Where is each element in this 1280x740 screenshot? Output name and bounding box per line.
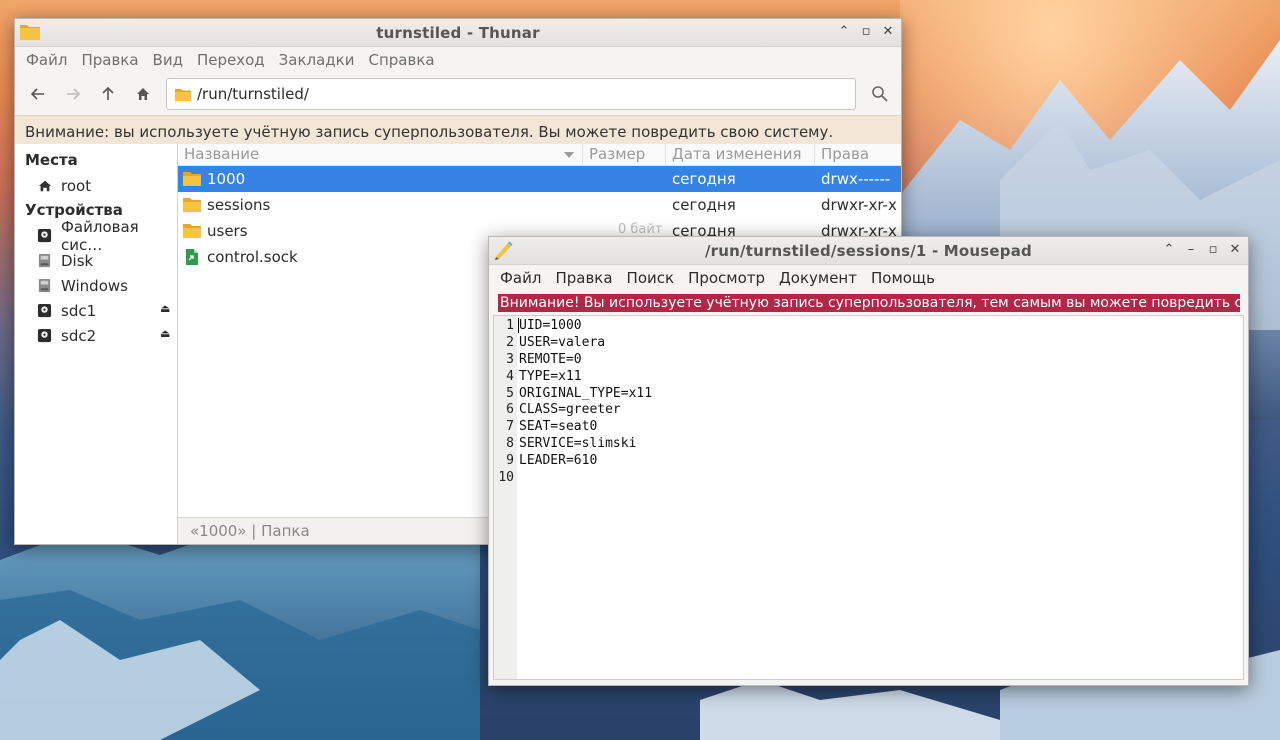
up-button[interactable] bbox=[93, 79, 123, 109]
location-bar[interactable]: /run/turnstiled/ bbox=[166, 78, 856, 110]
column-permissions[interactable]: Права bbox=[815, 144, 901, 165]
disk-icon bbox=[37, 278, 52, 293]
folder-icon bbox=[175, 88, 191, 101]
column-name[interactable]: Название bbox=[178, 144, 583, 165]
places-heading: Места bbox=[25, 151, 78, 169]
file-permissions: drwxr-xr-x bbox=[821, 196, 897, 214]
eject-icon[interactable]: ⏏ bbox=[160, 328, 171, 340]
file-permissions: drwx------ bbox=[821, 170, 891, 188]
text-editor[interactable]: 1 2 3 4 5 6 7 8 9 10 UID=1000 USER=valera REMOTE=… bbox=[493, 315, 1244, 680]
home-icon bbox=[137, 88, 149, 100]
column-size[interactable]: Размер bbox=[583, 144, 666, 165]
socket-file-icon bbox=[186, 249, 198, 265]
sidebar-item-sdc1[interactable]: sdc1 ⏏ bbox=[15, 298, 177, 323]
text-line: REMOTE=0 bbox=[519, 351, 582, 367]
text-cursor bbox=[518, 318, 519, 333]
text-line: SEAT=seat0 bbox=[519, 419, 598, 435]
root-warning-banner: Внимание! Вы используете учётную запись … bbox=[498, 294, 1240, 312]
file-name: control.sock bbox=[207, 248, 298, 266]
sort-down-icon bbox=[564, 152, 574, 158]
side-pane: Места root Устройства Файловая сис… Disk bbox=[15, 144, 178, 544]
sidebar-item-label: sdc2 bbox=[61, 326, 97, 345]
text-line: LEADER=610 bbox=[519, 453, 598, 469]
file-date: сегодня bbox=[672, 170, 736, 188]
thunar-titlebar[interactable]: turnstiled - Thunar ⌃ ▫ ✕ bbox=[15, 19, 901, 47]
arrow-left-icon bbox=[30, 88, 44, 100]
menu-edit[interactable]: Правка bbox=[74, 51, 145, 69]
folder-icon bbox=[183, 198, 201, 212]
menu-help[interactable]: Помощь bbox=[864, 269, 942, 287]
menu-search[interactable]: Поиск bbox=[620, 269, 682, 287]
text-line: USER=valera bbox=[519, 334, 606, 350]
maximize-icon[interactable]: ▫ bbox=[1206, 242, 1220, 258]
window-title: turnstiled - Thunar bbox=[376, 23, 540, 42]
sidebar-item-filesystem[interactable]: Файловая сис… bbox=[15, 218, 177, 254]
menu-file[interactable]: Файл bbox=[493, 269, 548, 287]
location-path: /run/turnstiled/ bbox=[197, 85, 309, 103]
menu-bookmarks[interactable]: Закладки bbox=[272, 51, 362, 69]
text-content[interactable]: UID=1000 USER=valera REMOTE=0 TYPE=x11 O… bbox=[517, 316, 1243, 679]
thunar-toolbar: /run/turnstiled/ bbox=[15, 73, 901, 115]
file-date: сегодня bbox=[672, 196, 736, 214]
search-icon[interactable] bbox=[869, 83, 891, 105]
folder-icon bbox=[183, 224, 201, 238]
menu-document[interactable]: Документ bbox=[772, 269, 864, 287]
eject-icon[interactable]: ⏏ bbox=[160, 303, 171, 315]
minimize-icon[interactable]: ▫ bbox=[859, 24, 873, 40]
folder-icon bbox=[183, 172, 201, 186]
home-icon bbox=[37, 178, 52, 193]
sidebar-item-sdc2[interactable]: sdc2 ⏏ bbox=[15, 323, 177, 348]
minimize-icon[interactable]: – bbox=[1184, 242, 1198, 258]
column-date[interactable]: Дата изменения bbox=[666, 144, 815, 165]
window-title: /run/turnstiled/sessions/1 - Mousepad bbox=[704, 241, 1032, 260]
file-name: 1000 bbox=[207, 170, 246, 188]
menu-view[interactable]: Просмотр bbox=[681, 269, 772, 287]
partially-hidden-size: 0 байт bbox=[618, 222, 663, 237]
close-icon[interactable]: ✕ bbox=[881, 24, 895, 40]
arrow-right-icon bbox=[67, 88, 81, 100]
forward-button[interactable] bbox=[58, 79, 88, 109]
column-headers: Название Размер Дата изменения Права bbox=[178, 144, 901, 166]
text-line: UID=1000 bbox=[519, 318, 582, 333]
mousepad-menubar: Файл Правка Поиск Просмотр Документ Помо… bbox=[489, 265, 1248, 291]
text-line: SERVICE=slimski bbox=[519, 436, 637, 452]
file-row[interactable]: sessions сегодня drwxr-xr-x bbox=[178, 192, 901, 218]
drive-icon bbox=[37, 303, 52, 318]
thunar-menubar: Файл Правка Вид Переход Закладки Справка bbox=[15, 47, 901, 73]
rollup-icon[interactable]: ⌃ bbox=[1162, 242, 1176, 258]
text-line: TYPE=x11 bbox=[519, 368, 582, 384]
file-name: sessions bbox=[207, 196, 271, 214]
arrow-up-icon bbox=[102, 86, 114, 100]
menu-file[interactable]: Файл bbox=[19, 51, 74, 69]
home-button[interactable] bbox=[128, 79, 158, 109]
text-editor-app-icon bbox=[495, 241, 513, 260]
line-numbers: 1 2 3 4 5 6 7 8 9 10 bbox=[494, 316, 517, 679]
menu-edit[interactable]: Правка bbox=[548, 269, 619, 287]
mousepad-window: /run/turnstiled/sessions/1 - Mousepad ⌃ … bbox=[488, 236, 1249, 686]
menu-view[interactable]: Вид bbox=[146, 51, 190, 69]
file-row[interactable]: 1000 сегодня drwx------ bbox=[178, 166, 901, 192]
close-icon[interactable]: ✕ bbox=[1228, 242, 1242, 258]
mousepad-titlebar[interactable]: /run/turnstiled/sessions/1 - Mousepad ⌃ … bbox=[489, 237, 1248, 265]
sidebar-item-windows[interactable]: Windows bbox=[15, 273, 177, 298]
drive-icon bbox=[37, 328, 52, 343]
menu-help[interactable]: Справка bbox=[361, 51, 441, 69]
text-line bbox=[519, 469, 1243, 486]
text-line: ORIGINAL_TYPE=x11 bbox=[519, 385, 653, 401]
file-name: users bbox=[207, 222, 248, 240]
drive-icon bbox=[37, 228, 52, 243]
text-line: CLASS=greeter bbox=[519, 402, 621, 418]
disk-icon bbox=[37, 253, 52, 268]
menu-go[interactable]: Переход bbox=[190, 51, 272, 69]
sidebar-item-label: Disk bbox=[61, 251, 94, 270]
sidebar-item-label: root bbox=[61, 176, 92, 195]
back-button[interactable] bbox=[23, 79, 53, 109]
rollup-icon[interactable]: ⌃ bbox=[837, 24, 851, 40]
folder-app-icon bbox=[20, 25, 40, 40]
sidebar-item-label: sdc1 bbox=[61, 301, 97, 320]
sidebar-item-label: Windows bbox=[61, 276, 128, 295]
sidebar-item-disk[interactable]: Disk bbox=[15, 248, 177, 273]
sidebar-item-root[interactable]: root bbox=[15, 173, 177, 198]
